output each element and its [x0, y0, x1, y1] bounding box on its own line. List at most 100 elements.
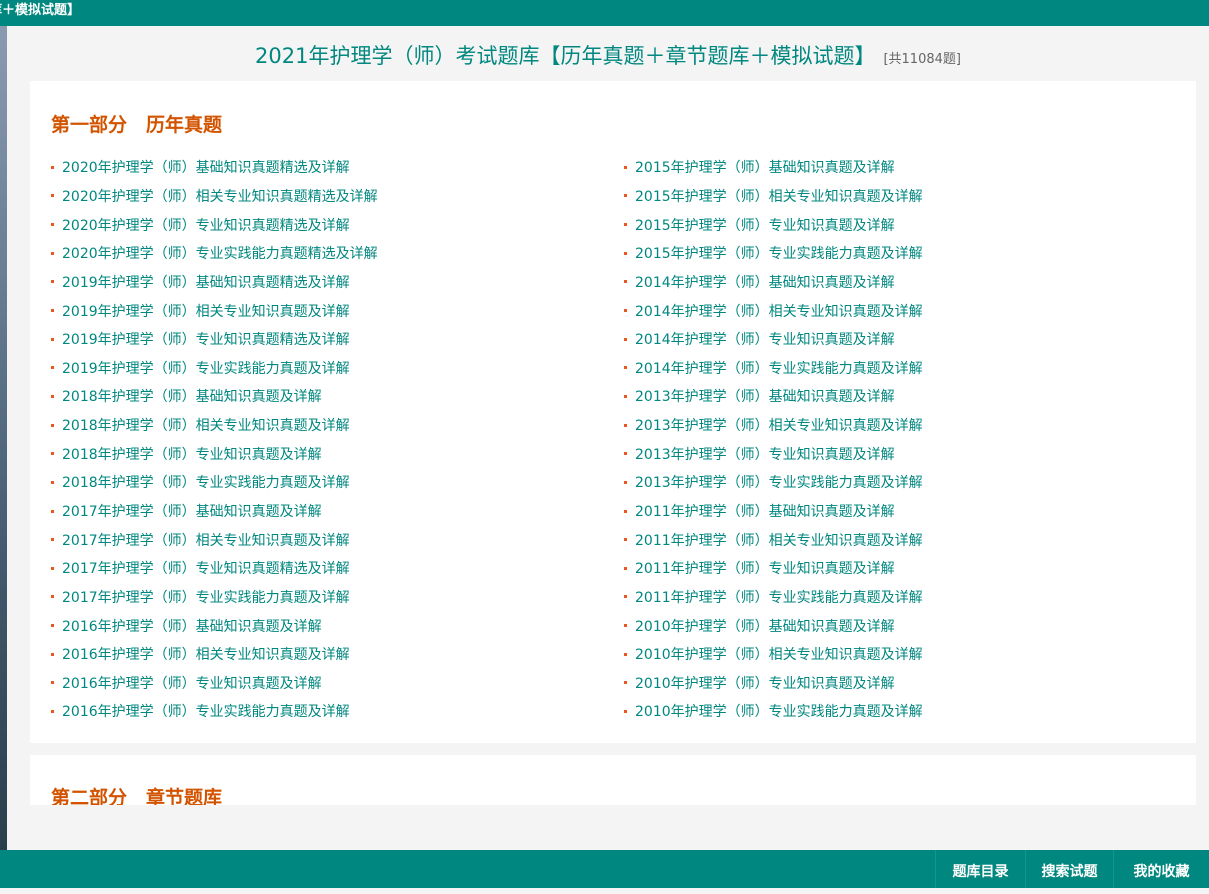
exam-link[interactable]: 2017年护理学（师）专业实践能力真题及详解	[51, 583, 378, 612]
exam-link-label: 2018年护理学（师）专业实践能力真题及详解	[62, 475, 350, 492]
exam-link[interactable]: 2017年护理学（师）相关专业知识真题及详解	[51, 525, 378, 554]
exam-link[interactable]: 2017年护理学（师）基础知识真题及详解	[51, 497, 378, 526]
bullet-icon	[624, 337, 627, 341]
exam-link-label: 2019年护理学（师）基础知识真题精选及详解	[62, 274, 350, 291]
exam-link-label: 2019年护理学（师）相关专业知识真题及详解	[62, 303, 350, 320]
exam-link-label: 2016年护理学（师）专业实践能力真题及详解	[62, 704, 350, 721]
bullet-icon	[624, 280, 627, 284]
exam-link[interactable]: 2010年护理学（师）基础知识真题及详解	[624, 611, 923, 640]
exam-link[interactable]: 2020年护理学（师）基础知识真题精选及详解	[51, 153, 378, 182]
bullet-icon	[624, 709, 627, 713]
exam-link-label: 2018年护理学（师）基础知识真题及详解	[62, 389, 322, 406]
bullet-icon	[51, 337, 54, 341]
exam-link-label: 2017年护理学（师）专业实践能力真题及详解	[62, 589, 350, 606]
exam-link-label: 2017年护理学（师）基础知识真题及详解	[62, 504, 322, 520]
exam-link-label: 2018年护理学（师）相关专业知识真题及详解	[62, 418, 350, 435]
exam-link-label: 2014年护理学（师）相关专业知识真题及详解	[635, 303, 923, 320]
bullet-icon	[51, 624, 54, 628]
bullet-icon	[51, 394, 54, 398]
exam-link-label: 2015年护理学（师）相关专业知识真题及详解	[635, 188, 923, 205]
page-title: 2021年护理学（师）考试题库【历年真题＋章节题库＋模拟试题】 [共11084题]	[7, 40, 1209, 70]
exam-link-label: 2017年护理学（师）专业知识真题精选及详解	[62, 561, 350, 578]
bullet-icon	[624, 251, 627, 255]
exam-link[interactable]: 2014年护理学（师）专业实践能力真题及详解	[624, 353, 923, 382]
exam-link[interactable]: 2011年护理学（师）专业知识真题及详解	[624, 554, 923, 583]
exam-link-label: 2020年护理学（师）专业知识真题精选及详解	[62, 217, 350, 234]
bullet-icon	[624, 366, 627, 370]
exam-link-label: 2015年护理学（师）专业知识真题及详解	[635, 217, 895, 234]
exam-link[interactable]: 2010年护理学（师）相关专业知识真题及详解	[624, 640, 923, 669]
catalog-button[interactable]: 题库目录	[935, 850, 1025, 888]
exam-link[interactable]: 2016年护理学（师）基础知识真题及详解	[51, 611, 378, 640]
background-image-strip	[0, 26, 7, 850]
exam-link[interactable]: 2016年护理学（师）专业实践能力真题及详解	[51, 697, 378, 726]
bullet-icon	[624, 223, 627, 227]
exam-link[interactable]: 2019年护理学（师）专业知识真题精选及详解	[51, 325, 378, 354]
exam-link[interactable]: 2013年护理学（师）专业实践能力真题及详解	[624, 468, 923, 497]
exam-link[interactable]: 2019年护理学（师）专业实践能力真题及详解	[51, 353, 378, 382]
bullet-icon	[51, 538, 54, 542]
exam-link[interactable]: 2019年护理学（师）基础知识真题精选及详解	[51, 268, 378, 297]
exam-link[interactable]: 2014年护理学（师）基础知识真题及详解	[624, 268, 923, 297]
exam-link[interactable]: 2020年护理学（师）专业实践能力真题精选及详解	[51, 239, 378, 268]
exam-link[interactable]: 2011年护理学（师）专业实践能力真题及详解	[624, 583, 923, 612]
favorites-button[interactable]: 我的收藏	[1113, 850, 1209, 888]
bullet-icon	[51, 309, 54, 313]
section-heading: 第一部分 历年真题	[51, 114, 223, 136]
bullet-icon	[624, 681, 627, 685]
exam-link[interactable]: 2019年护理学（师）相关专业知识真题及详解	[51, 296, 378, 325]
exam-link[interactable]: 2010年护理学（师）专业实践能力真题及详解	[624, 697, 923, 726]
bullet-icon	[51, 566, 54, 570]
exam-link[interactable]: 2014年护理学（师）专业知识真题及详解	[624, 325, 923, 354]
exam-link-label: 2014年护理学（师）专业知识真题及详解	[635, 332, 895, 349]
title-text: 2021年护理学（师）考试题库【历年真题＋章节题库＋模拟试题】	[255, 44, 876, 68]
exam-link-label: 2015年护理学（师）专业实践能力真题及详解	[635, 246, 923, 263]
exam-link[interactable]: 2020年护理学（师）专业知识真题精选及详解	[51, 210, 378, 239]
question-count: [共11084题]	[883, 52, 961, 67]
exam-link[interactable]: 2014年护理学（师）相关专业知识真题及详解	[624, 296, 923, 325]
search-button[interactable]: 搜索试题	[1025, 850, 1113, 888]
bullet-icon	[51, 681, 54, 685]
exam-link[interactable]: 2011年护理学（师）相关专业知识真题及详解	[624, 525, 923, 554]
bullet-icon	[51, 165, 54, 169]
bullet-icon	[51, 595, 54, 599]
exam-link[interactable]: 2015年护理学（师）专业实践能力真题及详解	[624, 239, 923, 268]
top-bar: 库＋模拟试题】	[0, 0, 1209, 26]
exam-link[interactable]: 2018年护理学（师）专业知识真题及详解	[51, 439, 378, 468]
exam-link[interactable]: 2018年护理学（师）专业实践能力真题及详解	[51, 468, 378, 497]
exam-link[interactable]: 2020年护理学（师）相关专业知识真题精选及详解	[51, 182, 378, 211]
bullet-icon	[624, 566, 627, 570]
exam-link[interactable]: 2010年护理学（师）专业知识真题及详解	[624, 669, 923, 698]
exam-link[interactable]: 2013年护理学（师）基础知识真题及详解	[624, 382, 923, 411]
exam-link[interactable]: 2015年护理学（师）专业知识真题及详解	[624, 210, 923, 239]
exam-link[interactable]: 2011年护理学（师）基础知识真题及详解	[624, 497, 923, 526]
exam-link[interactable]: 2015年护理学（师）基础知识真题及详解	[624, 153, 923, 182]
exam-link[interactable]: 2016年护理学（师）专业知识真题及详解	[51, 669, 378, 698]
bullet-icon	[624, 423, 627, 427]
exam-link[interactable]: 2018年护理学（师）基础知识真题及详解	[51, 382, 378, 411]
exam-link-label: 2010年护理学（师）相关专业知识真题及详解	[635, 647, 923, 664]
exam-link-label: 2020年护理学（师）相关专业知识真题精选及详解	[62, 188, 378, 205]
bullet-icon	[624, 194, 627, 198]
exam-link[interactable]: 2013年护理学（师）专业知识真题及详解	[624, 439, 923, 468]
bullet-icon	[51, 652, 54, 656]
bottom-bar: 题库目录 搜索试题 我的收藏	[0, 850, 1209, 888]
exam-link[interactable]: 2016年护理学（师）相关专业知识真题及详解	[51, 640, 378, 669]
exam-link-label: 2013年护理学（师）专业知识真题及详解	[635, 446, 895, 463]
section-chapter-bank: 第二部分 章节题库	[30, 755, 1196, 805]
exam-link-label: 2010年护理学（师）基础知识真题及详解	[635, 618, 895, 635]
exam-link[interactable]: 2013年护理学（师）相关专业知识真题及详解	[624, 411, 923, 440]
exam-link-label: 2017年护理学（师）相关专业知识真题及详解	[62, 532, 350, 549]
bullet-icon	[51, 194, 54, 198]
bullet-icon	[624, 624, 627, 628]
exam-link[interactable]: 2017年护理学（师）专业知识真题精选及详解	[51, 554, 378, 583]
exam-link-label: 2011年护理学（师）专业知识真题及详解	[635, 561, 895, 578]
exam-link-label: 2016年护理学（师）基础知识真题及详解	[62, 618, 322, 635]
exam-link[interactable]: 2018年护理学（师）相关专业知识真题及详解	[51, 411, 378, 440]
exam-link[interactable]: 2015年护理学（师）相关专业知识真题及详解	[624, 182, 923, 211]
exam-link-label: 2013年护理学（师）基础知识真题及详解	[635, 389, 895, 406]
bullet-icon	[624, 652, 627, 656]
exam-link-label: 2011年护理学（师）基础知识真题及详解	[635, 504, 895, 520]
bullet-icon	[624, 480, 627, 484]
exam-link-label: 2010年护理学（师）专业知识真题及详解	[635, 675, 895, 692]
